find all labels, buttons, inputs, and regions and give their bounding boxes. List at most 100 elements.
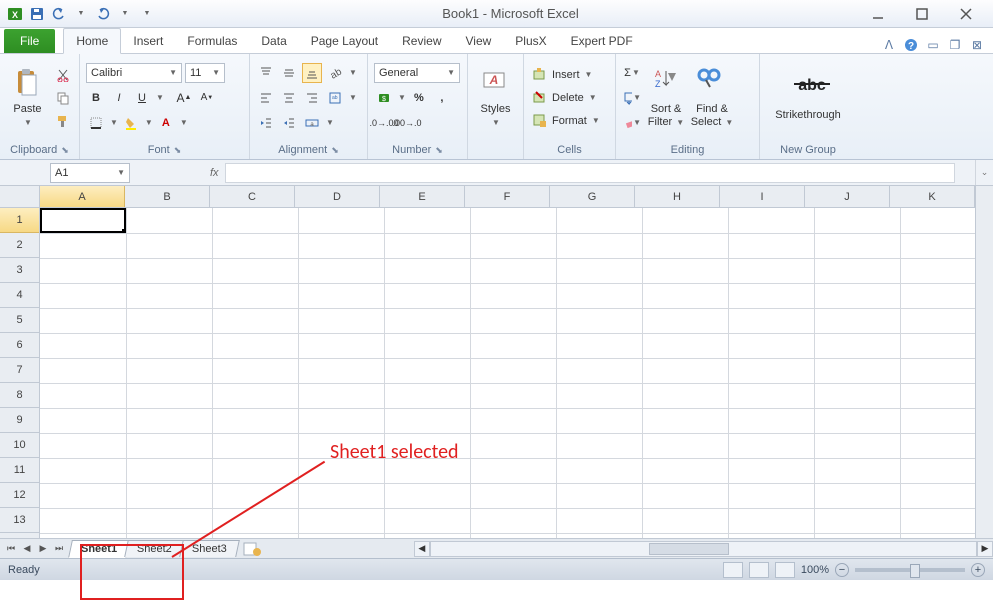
font-dialog-icon[interactable]: ⬊ <box>174 145 182 156</box>
redo-icon[interactable] <box>94 5 112 23</box>
sheet-tab-3[interactable]: Sheet3 <box>179 540 239 557</box>
fill-color-dropdown[interactable]: ▼ <box>145 118 153 127</box>
clear-icon[interactable]: ▼ <box>622 113 642 133</box>
row-header[interactable]: 10 <box>0 433 39 458</box>
row-header[interactable]: 6 <box>0 333 39 358</box>
orientation-icon[interactable]: ab <box>325 63 345 83</box>
align-middle-icon[interactable] <box>279 63 299 83</box>
fill-color-icon[interactable] <box>121 113 141 133</box>
decrease-indent-icon[interactable] <box>256 113 276 133</box>
italic-button[interactable]: I <box>109 88 129 108</box>
name-box[interactable]: A1▼ <box>50 163 130 183</box>
strikethrough-button[interactable]: abc Strikethrough <box>766 59 850 137</box>
close-button[interactable] <box>953 5 979 23</box>
active-cell[interactable] <box>40 208 126 233</box>
hscroll-left-icon[interactable]: ◀ <box>414 541 430 557</box>
prev-sheet-icon[interactable]: ◀ <box>20 542 34 556</box>
undo-icon[interactable] <box>50 5 68 23</box>
row-header[interactable]: 12 <box>0 483 39 508</box>
percent-icon[interactable]: % <box>409 88 429 108</box>
borders-icon[interactable] <box>86 113 106 133</box>
decrease-decimal-icon[interactable]: .00→.0 <box>397 113 417 133</box>
tab-view[interactable]: View <box>454 29 504 53</box>
file-tab[interactable]: File <box>4 29 55 53</box>
shrink-font-icon[interactable]: A▼ <box>197 88 217 108</box>
redo-dropdown-icon[interactable]: ▼ <box>116 5 134 23</box>
column-header[interactable]: B <box>125 186 210 207</box>
row-header[interactable]: 3 <box>0 258 39 283</box>
spreadsheet-grid[interactable]: ABCDEFGHIJK 12345678910111213 <box>0 186 993 538</box>
sheet-tab-1[interactable]: Sheet1 <box>68 540 130 558</box>
tab-data[interactable]: Data <box>249 29 298 53</box>
minimize-ribbon-icon[interactable]: ᐱ <box>881 37 897 53</box>
last-sheet-icon[interactable]: ⏭ <box>52 542 66 556</box>
tab-home[interactable]: Home <box>63 28 121 54</box>
borders-dropdown[interactable]: ▼ <box>110 118 118 127</box>
normal-view-icon[interactable] <box>723 562 743 578</box>
row-header[interactable]: 4 <box>0 283 39 308</box>
doc-minimize-icon[interactable]: ▭ <box>925 37 941 53</box>
column-header[interactable]: F <box>465 186 550 207</box>
fill-icon[interactable]: ▼ <box>622 88 642 108</box>
qat-customize-icon[interactable]: ▼ <box>138 5 156 23</box>
doc-restore-icon[interactable]: ❐ <box>947 37 963 53</box>
column-header[interactable]: C <box>210 186 295 207</box>
tab-expert-pdf[interactable]: Expert PDF <box>559 29 645 53</box>
find-select-button[interactable]: Find & Select ▼ <box>690 59 734 137</box>
align-right-icon[interactable] <box>302 88 322 108</box>
paste-button[interactable]: Paste▼ <box>6 59 49 137</box>
column-header[interactable]: G <box>550 186 635 207</box>
font-color-dropdown[interactable]: ▼ <box>180 118 188 127</box>
underline-dropdown[interactable]: ▼ <box>156 93 164 102</box>
align-left-icon[interactable] <box>256 88 276 108</box>
maximize-button[interactable] <box>909 5 935 23</box>
font-name-combo[interactable]: Calibri▼ <box>86 63 182 83</box>
help-icon[interactable]: ? <box>903 37 919 53</box>
increase-decimal-icon[interactable]: .0→.00 <box>374 113 394 133</box>
zoom-in-icon[interactable]: + <box>971 563 985 577</box>
column-header[interactable]: J <box>805 186 890 207</box>
format-painter-icon[interactable] <box>53 111 73 131</box>
row-header[interactable]: 7 <box>0 358 39 383</box>
row-header[interactable]: 9 <box>0 408 39 433</box>
autosum-icon[interactable]: Σ ▼ <box>622 63 642 83</box>
tab-formulas[interactable]: Formulas <box>175 29 249 53</box>
accounting-format-icon[interactable]: $ <box>374 88 394 108</box>
cut-icon[interactable] <box>53 65 73 85</box>
fx-icon[interactable]: fx <box>210 167 219 179</box>
zoom-out-icon[interactable]: − <box>835 563 849 577</box>
page-break-view-icon[interactable] <box>775 562 795 578</box>
next-sheet-icon[interactable]: ▶ <box>36 542 50 556</box>
increase-indent-icon[interactable] <box>279 113 299 133</box>
row-header[interactable]: 2 <box>0 233 39 258</box>
row-header[interactable]: 1 <box>0 208 39 233</box>
column-headers[interactable]: ABCDEFGHIJK <box>40 186 975 208</box>
tab-plusx[interactable]: PlusX <box>503 29 558 53</box>
font-size-combo[interactable]: 11▼ <box>185 63 225 83</box>
number-dialog-icon[interactable]: ⬊ <box>435 145 443 156</box>
row-header[interactable]: 13 <box>0 508 39 533</box>
undo-dropdown-icon[interactable]: ▼ <box>72 5 90 23</box>
row-header[interactable]: 8 <box>0 383 39 408</box>
row-headers[interactable]: 12345678910111213 <box>0 208 40 538</box>
column-header[interactable]: K <box>890 186 975 207</box>
column-header[interactable]: E <box>380 186 465 207</box>
sort-filter-button[interactable]: AZ Sort & Filter ▼ <box>644 59 688 137</box>
bold-button[interactable]: B <box>86 88 106 108</box>
tab-page-layout[interactable]: Page Layout <box>299 29 390 53</box>
alignment-dialog-icon[interactable]: ⬊ <box>331 145 339 156</box>
underline-button[interactable]: U <box>132 88 152 108</box>
minimize-button[interactable] <box>865 5 891 23</box>
vertical-scrollbar[interactable] <box>975 186 993 538</box>
horizontal-scrollbar[interactable] <box>430 541 977 557</box>
styles-button[interactable]: A Styles▼ <box>474 59 517 137</box>
expand-formula-bar-icon[interactable]: ⌄ <box>975 160 993 185</box>
grow-font-icon[interactable]: A▲ <box>174 88 194 108</box>
format-cells-button[interactable]: Format ▼ <box>530 112 602 130</box>
number-format-combo[interactable]: General▼ <box>374 63 460 83</box>
align-top-icon[interactable] <box>256 63 276 83</box>
zoom-slider[interactable] <box>855 568 965 572</box>
sheet-tab-2[interactable]: Sheet2 <box>124 540 184 557</box>
merge-center-icon[interactable]: a <box>302 113 322 133</box>
column-header[interactable]: A <box>40 186 125 207</box>
